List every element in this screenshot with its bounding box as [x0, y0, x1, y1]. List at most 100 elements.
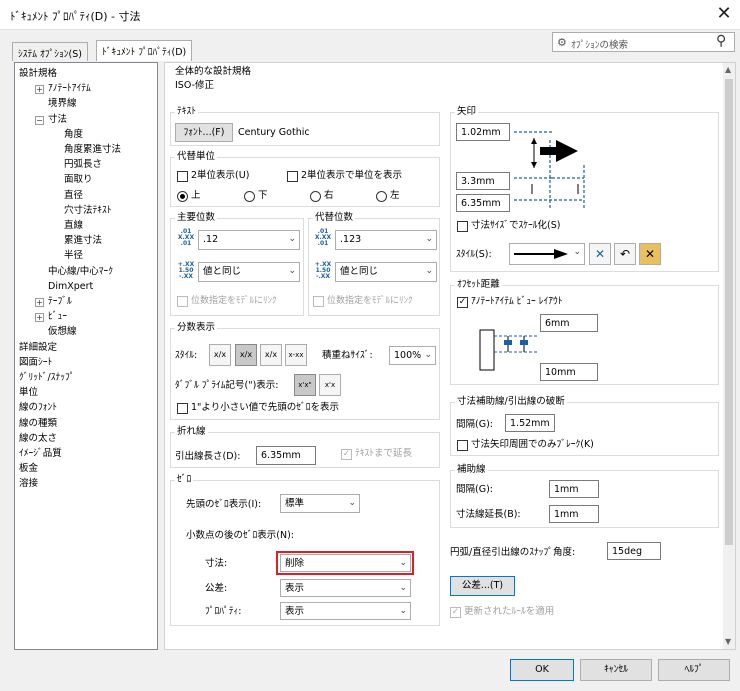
tree-item[interactable]: 累進寸法 — [64, 234, 102, 248]
ext-gap-input[interactable]: 1mm — [549, 480, 599, 498]
tree-item[interactable]: 中心線/中心ﾏｰｸ — [48, 265, 113, 279]
tree-item[interactable]: 寸法 — [48, 113, 67, 127]
leading-zero-select[interactable]: 標準 ⌄ — [280, 494, 360, 513]
fraction-inline-icon[interactable]: x/x — [209, 344, 231, 366]
ext-length-input[interactable]: 1mm — [549, 505, 599, 523]
radio-top-label: 上 — [191, 190, 201, 201]
zeros-title: ｾﾞﾛ — [175, 474, 194, 486]
radio-bottom[interactable] — [244, 191, 255, 202]
dimension-zero-select[interactable]: 削除 ⌄ — [280, 554, 411, 572]
arc-snap-input[interactable]: 15deg — [607, 542, 661, 560]
fraction-dash-icon[interactable]: x-xx — [285, 344, 307, 366]
tree-item[interactable]: 角度累進寸法 — [64, 143, 121, 157]
tree-item[interactable]: 直径 — [64, 189, 83, 203]
tree-item[interactable]: 角度 — [64, 128, 83, 142]
stack-size-select[interactable]: 100% ⌄ — [389, 346, 436, 365]
precision-icon: .01 X.XX .01 — [177, 228, 195, 247]
tree-item[interactable]: 線のﾌｫﾝﾄ — [19, 401, 57, 415]
apply-rules-checkbox[interactable]: ✓ — [450, 607, 461, 618]
tree-item[interactable]: 単位 — [19, 386, 38, 400]
tree-item[interactable]: 半径 — [64, 249, 83, 263]
radio-right[interactable] — [310, 191, 321, 202]
break-around-arrows-checkbox[interactable] — [457, 440, 468, 451]
break-lines-icon[interactable]: ✕ — [589, 243, 611, 265]
close-icon[interactable]: ✕ — [713, 3, 735, 25]
tree-item[interactable]: ｱﾉﾃｰﾄｱｲﾃﾑ — [48, 82, 91, 96]
help-button[interactable]: ﾍﾙﾌﾟ — [658, 659, 730, 681]
arrow-smart-icon[interactable]: ✕ — [639, 243, 661, 265]
radio-top[interactable] — [177, 191, 188, 202]
break-gap-input[interactable]: 1.52mm — [505, 414, 555, 432]
tree-item[interactable]: 直線 — [64, 219, 83, 233]
tab-system-options[interactable]: ｼｽﾃﾑ ｵﾌﾟｼｮﾝ(S) — [12, 42, 88, 61]
arrow-style-select[interactable]: ⌄ — [509, 243, 585, 265]
leader-length-input[interactable]: 6.35mm — [256, 446, 316, 465]
tree-item[interactable]: 面取り — [64, 173, 93, 187]
arrow-flip-icon[interactable]: ↶ — [614, 243, 636, 265]
primary-precision-select[interactable]: .12 ⌄ — [198, 230, 300, 250]
tree-item[interactable]: ﾋﾞｭｰ — [48, 310, 67, 324]
tolerance-zero-label: 公差: — [205, 583, 228, 594]
scroll-thumb[interactable] — [725, 79, 733, 545]
tree-expander-icon[interactable]: + — [35, 298, 44, 307]
tree-item[interactable]: 線の太さ — [19, 432, 57, 446]
tree-item[interactable]: 詳細設定 — [19, 341, 57, 355]
alt-precision-select[interactable]: .123 ⌄ — [335, 230, 437, 250]
tree-item[interactable]: 仮想線 — [48, 325, 77, 339]
tree-item[interactable]: DimXpert — [48, 280, 93, 294]
double-prime-on-icon[interactable]: x'x" — [294, 374, 316, 396]
primary-link-checkbox[interactable] — [177, 296, 188, 307]
cancel-button[interactable]: ｷｬﾝｾﾙ — [580, 659, 652, 681]
tree-item[interactable]: 境界線 — [48, 97, 77, 111]
scrollbar[interactable]: ▲ ▼ — [723, 63, 735, 649]
offset-2-input[interactable]: 10mm — [540, 363, 598, 381]
leader-length-label: 引出線長さ(D): — [175, 451, 241, 462]
tree-expander-icon[interactable]: + — [35, 85, 44, 95]
tree-item[interactable]: 板金 — [19, 462, 38, 476]
search-box[interactable]: ⚙ ｵﾌﾟｼｮﾝの検索 ⚲ — [552, 32, 735, 52]
tree-item[interactable]: 線の種類 — [19, 417, 57, 431]
tolerance-zero-select[interactable]: 表示 ⌄ — [280, 579, 411, 597]
window-title: ﾄﾞｷｭﾒﾝﾄ ﾌﾟﾛﾊﾟﾃｨ(D) - 寸法 — [10, 10, 141, 23]
fraction-diagonal-icon[interactable]: x/x — [260, 344, 282, 366]
leading-zero-fraction-checkbox[interactable] — [177, 403, 188, 414]
tree-item[interactable]: 図面ｼｰﾄ — [19, 356, 52, 370]
radio-left[interactable] — [376, 191, 387, 202]
scroll-up-icon[interactable]: ▲ — [725, 65, 731, 74]
tree-item[interactable]: 穴寸法ﾃｷｽﾄ — [64, 204, 112, 218]
tree-item[interactable]: 円弧長さ — [64, 158, 102, 172]
tree-expander-icon[interactable]: + — [35, 313, 44, 323]
dual-display-checkbox[interactable] — [177, 171, 188, 182]
primary-tolerance-select[interactable]: 値と同じ ⌄ — [198, 262, 300, 282]
tab-document-properties[interactable]: ﾄﾞｷｭﾒﾝﾄ ﾌﾟﾛﾊﾟﾃｨ(D) — [96, 40, 193, 61]
offset-1-input[interactable]: 6mm — [540, 314, 598, 332]
search-icon[interactable]: ⚲ — [716, 33, 726, 49]
search-input[interactable]: ｵﾌﾟｼｮﾝの検索 — [571, 37, 628, 51]
property-zero-select[interactable]: 表示 ⌄ — [280, 602, 411, 620]
arrow-size-1-input[interactable]: 1.02mm — [456, 123, 510, 141]
annotation-view-layout-checkbox[interactable]: ✓ — [457, 297, 468, 308]
tree-item[interactable]: 溶接 — [19, 477, 38, 491]
double-prime-off-icon[interactable]: x'x — [319, 374, 341, 396]
arrow-size-2-input[interactable]: 3.3mm — [456, 172, 510, 190]
options-tree[interactable]: 設計規格 + ｱﾉﾃｰﾄｱｲﾃﾑ 境界線 − 寸法 角度 角度累進寸法 円弧長さ 面取り直径 穴寸法… — [14, 62, 158, 650]
tree-item[interactable]: ｸﾞﾘｯﾄﾞ/ｽﾅｯﾌﾟ — [19, 371, 74, 385]
dual-units-checkbox[interactable] — [287, 171, 298, 182]
primary-precision-title: 主要位数 — [175, 212, 218, 224]
alt-tolerance-select[interactable]: 値と同じ ⌄ — [335, 262, 437, 282]
arrow-size-3-input[interactable]: 6.35mm — [456, 194, 510, 212]
tolerance-button[interactable]: 公差...(T) — [450, 576, 515, 596]
font-button[interactable]: ﾌｫﾝﾄ...(F) — [175, 123, 233, 142]
alt-link-checkbox[interactable] — [313, 296, 324, 307]
scroll-down-icon[interactable]: ▼ — [725, 637, 731, 646]
ok-button[interactable]: OK — [510, 659, 574, 681]
extend-to-text-checkbox[interactable]: ✓ — [341, 449, 352, 460]
tree-expander-icon[interactable]: − — [35, 115, 44, 125]
scale-arrows-checkbox[interactable] — [457, 221, 468, 232]
arrows-title: 矢印 — [455, 106, 479, 118]
tree-item[interactable]: ｲﾒｰｼﾞ品質 — [19, 447, 62, 461]
break-around-arrows-label: 寸法矢印周囲でのみﾌﾞﾚｰｸ(K) — [471, 439, 594, 450]
tree-item[interactable]: 設計規格 — [19, 67, 57, 81]
tree-item[interactable]: ﾃｰﾌﾞﾙ — [48, 295, 72, 309]
fraction-stacked-icon[interactable]: x/x — [235, 344, 257, 366]
